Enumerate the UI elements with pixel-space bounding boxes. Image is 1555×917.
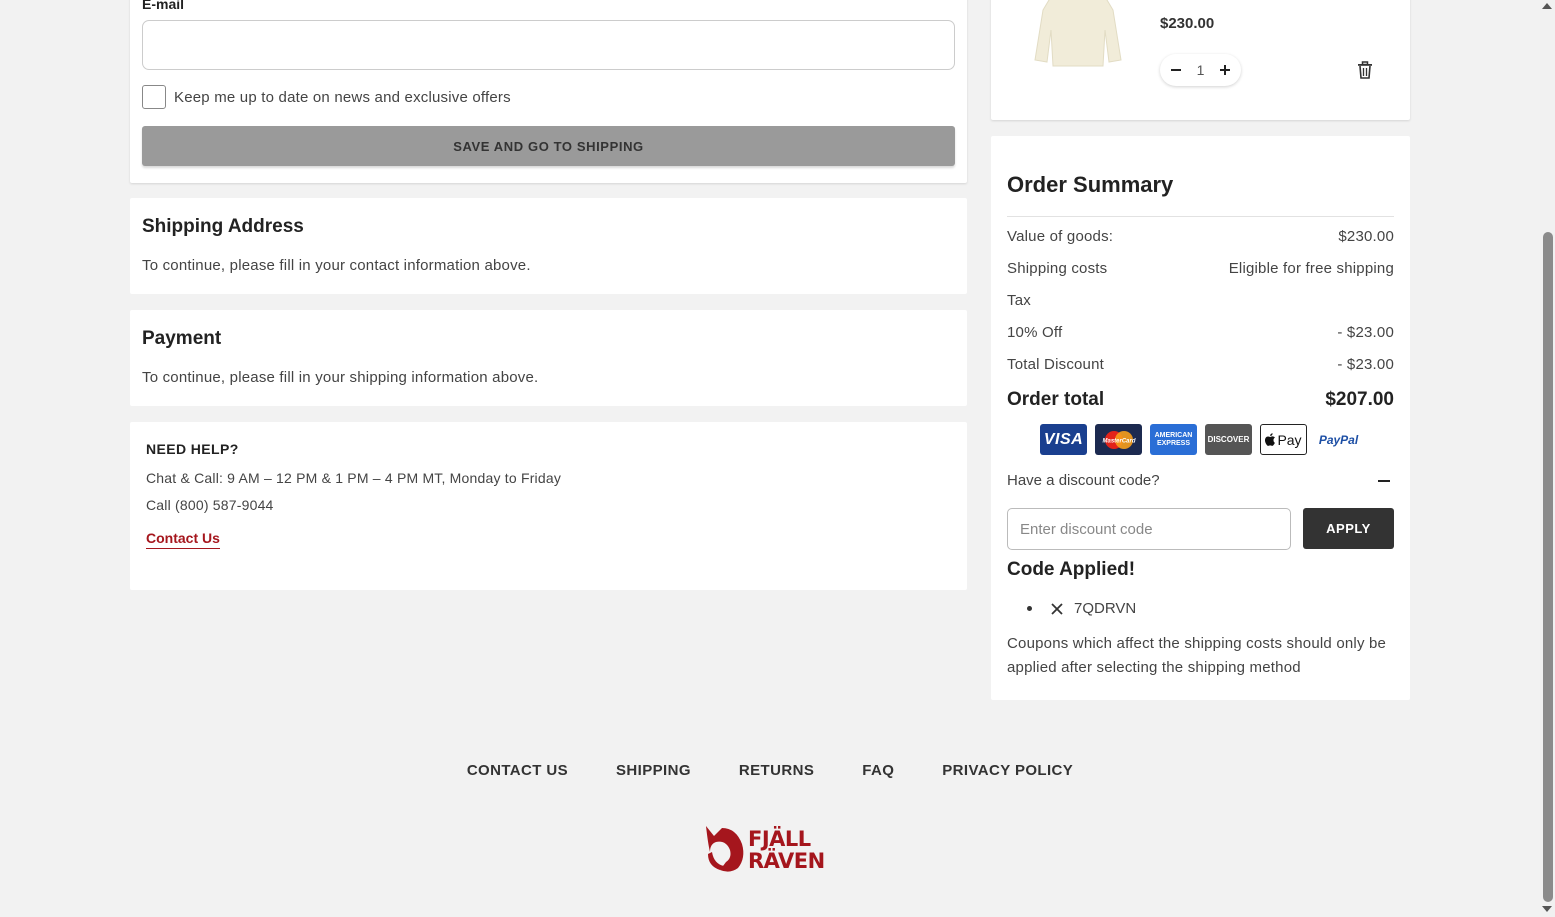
newsletter-checkbox[interactable] — [142, 85, 166, 109]
need-help-title: NEED HELP? — [146, 441, 239, 457]
contact-us-link[interactable]: Contact Us — [146, 530, 220, 549]
footer-link-faq[interactable]: FAQ — [862, 762, 894, 779]
summary-row-label: Tax — [1007, 292, 1031, 309]
payment-text: To continue, please fill in your shippin… — [142, 369, 539, 386]
bullet — [1027, 606, 1032, 611]
summary-row-value: - $23.00 — [1337, 324, 1394, 341]
support-hours: Chat & Call: 9 AM – 12 PM & 1 PM – 4 PM … — [146, 470, 562, 486]
summary-row-label: 10% Off — [1007, 324, 1063, 341]
item-price: $230.00 — [1160, 15, 1215, 32]
summary-row-tax: Tax — [1007, 292, 1394, 309]
summary-row-label: Value of goods: — [1007, 228, 1114, 245]
email-field[interactable] — [142, 20, 955, 70]
order-summary-title: Order Summary — [1007, 172, 1174, 197]
summary-row-shipping: Shipping costs Eligible for free shippin… — [1007, 260, 1394, 277]
cart-item-card: $230.00 1 — [991, 0, 1410, 120]
save-and-go-to-shipping-button[interactable]: SAVE AND GO TO SHIPPING — [142, 126, 955, 166]
summary-row-value: Eligible for free shipping — [1228, 260, 1394, 277]
paypal-icon: PayPal — [1315, 424, 1362, 455]
apple-pay-label: Pay — [1277, 431, 1302, 448]
payment-title: Payment — [142, 328, 222, 349]
email-label: E-mail — [142, 0, 185, 12]
need-help-card: NEED HELP? Chat & Call: 9 AM – 12 PM & 1… — [130, 422, 967, 590]
footer-link-privacy-policy[interactable]: PRIVACY POLICY — [942, 762, 1073, 779]
summary-row-value: $230.00 — [1338, 228, 1394, 245]
code-applied-title: Code Applied! — [1007, 559, 1136, 580]
scroll-down-arrow-icon[interactable] — [1542, 906, 1552, 912]
mastercard-icon: MasterCard — [1095, 424, 1142, 455]
quantity-value[interactable]: 1 — [1197, 62, 1205, 78]
amex-icon: AMERICAN EXPRESS — [1150, 424, 1197, 455]
quantity-stepper: 1 — [1160, 54, 1241, 86]
divider — [1007, 216, 1394, 217]
shipping-address-title: Shipping Address — [142, 216, 304, 237]
order-total-row: Order total $207.00 — [1007, 389, 1394, 411]
remove-code-icon[interactable] — [1050, 602, 1064, 616]
contact-info-card: E-mail Keep me up to date on news and ex… — [130, 0, 967, 183]
footer-link-shipping[interactable]: SHIPPING — [616, 762, 691, 779]
applied-code: 7QDRVN — [1074, 600, 1137, 617]
brand-wordmark: FJÄLL RÄVEN — [748, 826, 825, 873]
order-summary-card: Order Summary Value of goods: $230.00 Sh… — [991, 136, 1410, 700]
discount-toggle-label: Have a discount code? — [1007, 472, 1160, 489]
coupon-note: Coupons which affect the shipping costs … — [1007, 635, 1387, 676]
footer-link-returns[interactable]: RETURNS — [739, 762, 814, 779]
scrollbar-thumb[interactable] — [1543, 232, 1553, 902]
shipping-address-card: Shipping Address To continue, please fil… — [130, 198, 967, 294]
discover-icon: DISCOVER — [1205, 424, 1252, 455]
payment-methods: VISA MasterCard AMERICAN EXPRESS DISCOVE… — [1040, 424, 1362, 455]
trash-icon[interactable] — [1355, 60, 1375, 80]
apply-discount-button[interactable]: APPLY — [1303, 508, 1394, 549]
summary-row-label: Shipping costs — [1007, 260, 1108, 277]
newsletter-label: Keep me up to date on news and exclusive… — [174, 88, 511, 106]
shipping-address-text: To continue, please fill in your contact… — [142, 257, 531, 274]
newsletter-row[interactable]: Keep me up to date on news and exclusive… — [142, 85, 511, 109]
support-phone: Call (800) 587-9044 — [146, 497, 274, 513]
applied-code-item: 7QDRVN — [1027, 600, 1136, 617]
order-total-label: Order total — [1007, 389, 1105, 410]
product-image[interactable] — [1025, 0, 1131, 68]
discount-code-toggle[interactable]: Have a discount code? — [1007, 472, 1394, 489]
discount-code-input[interactable] — [1007, 508, 1291, 550]
summary-row-total-discount: Total Discount - $23.00 — [1007, 356, 1394, 373]
fjallraven-logo[interactable]: FJÄLL RÄVEN — [702, 822, 838, 874]
footer-link-contact-us[interactable]: CONTACT US — [467, 762, 568, 779]
scroll-up-arrow-icon[interactable] — [1542, 3, 1552, 9]
summary-row-value: - $23.00 — [1337, 356, 1394, 373]
summary-row-value-of-goods: Value of goods: $230.00 — [1007, 228, 1394, 245]
mastercard-label: MasterCard — [1102, 438, 1135, 444]
order-total-value: $207.00 — [1325, 389, 1394, 410]
summary-row-discount: 10% Off - $23.00 — [1007, 324, 1394, 341]
collapse-icon[interactable] — [1378, 479, 1390, 482]
minus-icon[interactable] — [1164, 58, 1188, 82]
summary-row-label: Total Discount — [1007, 356, 1105, 373]
apple-pay-icon: Pay — [1260, 424, 1307, 455]
visa-icon: VISA — [1040, 424, 1087, 455]
footer-nav: CONTACT US SHIPPING RETURNS FAQ PRIVACY … — [0, 762, 1540, 779]
payment-card: Payment To continue, please fill in your… — [130, 310, 967, 406]
plus-icon[interactable] — [1213, 58, 1237, 82]
